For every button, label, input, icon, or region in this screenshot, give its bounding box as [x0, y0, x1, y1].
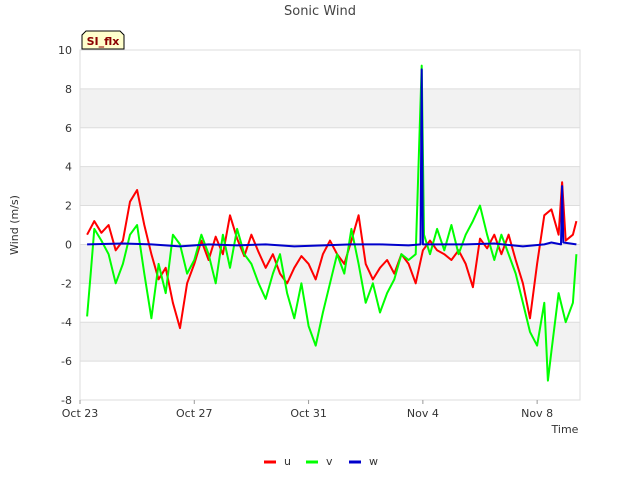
y-axis-label: Wind (m/s) [8, 195, 21, 255]
y-tick-label: 4 [65, 161, 72, 174]
legend-label-w: w [369, 455, 378, 468]
x-tick-label: Nov 4 [407, 407, 439, 420]
x-axis-label: Time [551, 423, 579, 436]
legend-label-v: v [326, 455, 333, 468]
y-tick-label: -2 [61, 277, 72, 290]
grid-band [80, 166, 580, 206]
plot-area [80, 50, 580, 400]
y-tick-label: -6 [61, 355, 72, 368]
x-tick-label: Oct 31 [290, 407, 327, 420]
y-tick-label: -4 [61, 316, 72, 329]
y-tick-label: 0 [65, 238, 72, 251]
chart: Sonic Wind -8 -6 -4 -2 0 2 4 6 8 10 Oct 23 Oct 27 Oc… [8, 4, 581, 468]
badge-label: SI_flx [87, 35, 120, 48]
chart-title: Sonic Wind [284, 4, 356, 19]
grid-band [80, 322, 580, 362]
legend: u v w [264, 455, 378, 468]
x-tick-label: Oct 23 [62, 407, 99, 420]
y-tick-label: 10 [58, 44, 72, 57]
y-tick-label: 2 [65, 200, 72, 213]
badge: SI_flx [81, 30, 125, 50]
x-tick-label: Nov 8 [521, 407, 553, 420]
x-tick-label: Oct 27 [176, 407, 213, 420]
y-tick-label: -8 [61, 394, 72, 407]
y-tick-label: 8 [65, 83, 72, 96]
grid-band [80, 88, 580, 128]
legend-label-u: u [284, 455, 291, 468]
y-tick-label: 6 [65, 122, 72, 135]
